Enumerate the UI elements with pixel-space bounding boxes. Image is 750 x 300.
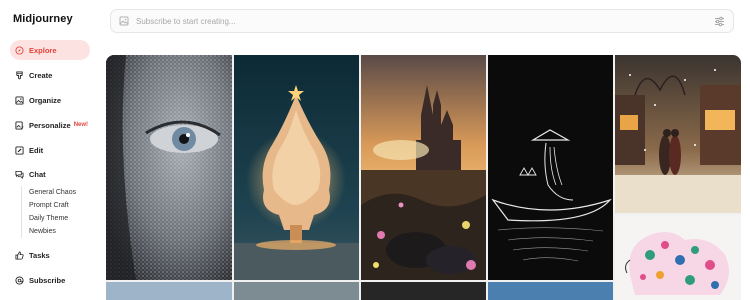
sidebar-item-organize[interactable]: Organize	[10, 90, 90, 110]
chat-room-daily-theme[interactable]: Daily Theme	[29, 212, 76, 225]
brush-icon	[16, 70, 23, 79]
image-gallery	[106, 55, 741, 300]
chat-room-newbies[interactable]: Newbies	[29, 225, 76, 238]
new-badge: New!	[73, 122, 89, 128]
sidebar-item-personalize[interactable]: Personalize New!	[10, 115, 90, 135]
sidebar-item-label: Organize	[29, 95, 62, 105]
sidebar-item-explore[interactable]: Explore	[10, 40, 90, 60]
image-icon[interactable]	[119, 16, 129, 26]
castle-sunset-flowers-image	[361, 55, 486, 280]
gallery-image-row2-1[interactable]	[106, 282, 232, 300]
gallery-image-castle-sunset[interactable]	[361, 55, 486, 280]
sidebar-item-label: Chat	[29, 169, 46, 179]
gallery-image-row2-4[interactable]	[488, 282, 613, 300]
sidebar-item-create[interactable]: Create	[10, 65, 90, 85]
gallery-image-leopard[interactable]	[615, 215, 741, 300]
sidebar-item-edit[interactable]: Edit	[10, 140, 90, 160]
image-edit-icon	[15, 120, 24, 130]
search-bar[interactable]: Subscribe to start creating...	[110, 9, 734, 33]
cloud-christmas-tree-image	[234, 55, 359, 280]
pencil-icon	[15, 145, 24, 155]
sliders-icon[interactable]	[714, 16, 725, 27]
image-icon	[15, 95, 24, 105]
sidebar-item-chat[interactable]: Chat	[10, 164, 90, 184]
search-input[interactable]: Subscribe to start creating...	[136, 17, 236, 26]
thumbs-up-icon	[15, 250, 24, 260]
compass-icon	[15, 45, 24, 55]
gallery-image-cloud-tree[interactable]	[234, 55, 359, 280]
sidebar-item-label: Personalize	[29, 120, 71, 130]
glitter-face-eye-image	[106, 55, 232, 280]
gallery-image-snowy-street[interactable]	[615, 55, 741, 213]
gallery-image-line-art-boat[interactable]	[488, 55, 613, 280]
sidebar-item-label: Create	[29, 70, 53, 80]
sidebar-item-label: Subscribe	[29, 275, 66, 285]
at-sign-icon	[15, 275, 24, 285]
gallery-image-glitter-face[interactable]	[106, 55, 232, 280]
snowy-street-couple-image	[615, 55, 741, 213]
app-logo[interactable]: Midjourney	[13, 13, 73, 25]
chat-icon	[15, 170, 24, 179]
sidebar-item-label: Explore	[29, 45, 57, 55]
sidebar-item-label: Tasks	[29, 250, 50, 260]
chat-room-list: General Chaos Prompt Craft Daily Theme N…	[21, 186, 76, 238]
gallery-image-row2-2[interactable]	[234, 282, 359, 300]
chat-room-general-chaos[interactable]: General Chaos	[29, 186, 76, 199]
gallery-image-row2-3[interactable]	[361, 282, 486, 300]
sidebar-item-label: Edit	[29, 145, 44, 155]
chat-room-prompt-craft[interactable]: Prompt Craft	[29, 199, 76, 212]
sidebar-item-tasks[interactable]: Tasks	[10, 245, 90, 265]
line-art-rower-boat-image	[488, 55, 613, 280]
colorful-leopard-image	[615, 215, 741, 300]
sidebar-item-subscribe[interactable]: Subscribe	[10, 270, 90, 290]
sidebar: Midjourney Explore Create Organize Perso…	[0, 0, 100, 300]
